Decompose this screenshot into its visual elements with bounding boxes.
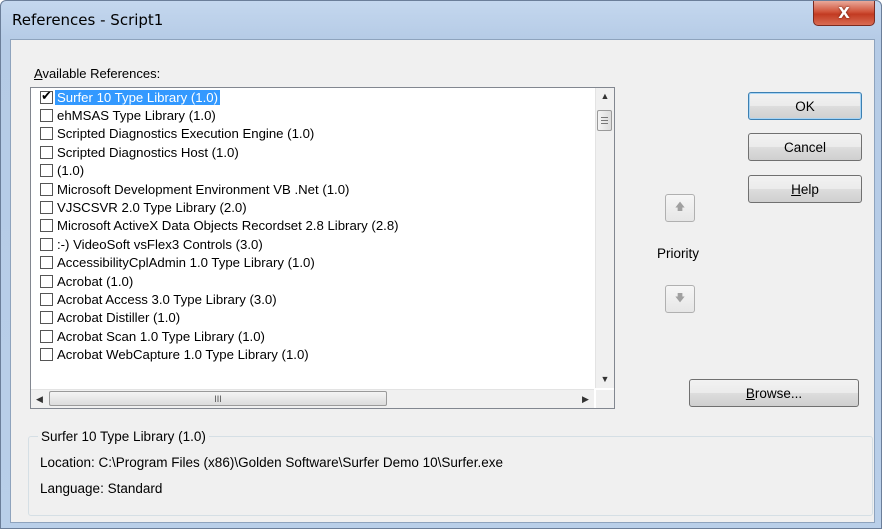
window-title: References - Script1 <box>12 11 164 29</box>
reference-checkbox[interactable] <box>40 237 53 251</box>
reference-row[interactable]: Acrobat Scan 1.0 Type Library (1.0) <box>31 327 594 345</box>
title-bar[interactable]: References - Script1 X <box>1 1 881 37</box>
reference-row[interactable]: Acrobat Distiller (1.0) <box>31 309 594 327</box>
dialog-body: Available References: Surfer 10 Type Lib… <box>10 39 875 523</box>
reference-row[interactable]: Microsoft ActiveX Data Objects Recordset… <box>31 217 594 235</box>
reference-label: Acrobat Access 3.0 Type Library (3.0) <box>57 291 277 307</box>
reference-label: Scripted Diagnostics Execution Engine (1… <box>57 126 315 142</box>
scroll-down-arrow-icon[interactable]: ▼ <box>596 371 614 388</box>
reference-checkbox[interactable] <box>40 329 53 343</box>
reference-checkbox[interactable] <box>40 274 53 288</box>
vertical-scrollbar[interactable]: ▲ ▼ <box>595 88 614 388</box>
browse-label: rowse... <box>754 385 803 401</box>
scrollbar-corner <box>596 390 614 408</box>
ok-button[interactable]: OK <box>748 92 862 120</box>
reference-row[interactable]: Surfer 10 Type Library (1.0) <box>31 88 594 106</box>
reference-location: Location: C:\Program Files (x86)\Golden … <box>40 455 503 470</box>
reference-row[interactable]: AccessibilityCplAdmin 1.0 Type Library (… <box>31 254 594 272</box>
scroll-right-arrow-icon[interactable]: ▶ <box>577 390 594 408</box>
references-list: Surfer 10 Type Library (1.0) ehMSAS Type … <box>31 88 594 388</box>
reference-label: VJSCSVR 2.0 Type Library (2.0) <box>57 200 247 216</box>
close-button[interactable]: X <box>813 1 875 26</box>
reference-checkbox[interactable] <box>40 292 53 306</box>
reference-checkbox[interactable] <box>40 109 53 123</box>
reference-row[interactable]: Acrobat WebCapture 1.0 Type Library (1.0… <box>31 345 594 363</box>
reference-checkbox[interactable] <box>40 311 53 325</box>
help-label: elp <box>800 181 819 197</box>
vertical-scroll-thumb[interactable] <box>597 110 612 131</box>
scroll-left-arrow-icon[interactable]: ◀ <box>31 390 48 408</box>
reference-row[interactable]: VJSCSVR 2.0 Type Library (2.0) <box>31 198 594 216</box>
reference-label: Acrobat WebCapture 1.0 Type Library (1.0… <box>57 347 309 363</box>
priority-down-button[interactable]: 🡇 <box>665 285 695 313</box>
reference-checkbox[interactable] <box>40 164 53 178</box>
reference-label: Scripted Diagnostics Host (1.0) <box>57 144 239 160</box>
cancel-button[interactable]: Cancel <box>748 133 862 161</box>
reference-row[interactable]: ehMSAS Type Library (1.0) <box>31 106 594 124</box>
available-references-label: Available References: <box>34 66 160 81</box>
reference-label: ehMSAS Type Library (1.0) <box>57 108 216 124</box>
reference-row[interactable]: Acrobat Access 3.0 Type Library (3.0) <box>31 290 594 308</box>
available-label-text: vailable References: <box>42 66 161 81</box>
reference-checkbox[interactable] <box>40 127 53 141</box>
close-icon: X <box>838 4 850 22</box>
references-listbox[interactable]: Surfer 10 Type Library (1.0) ehMSAS Type … <box>30 87 615 409</box>
scroll-up-arrow-icon[interactable]: ▲ <box>596 88 614 105</box>
priority-up-button[interactable]: 🡅 <box>665 194 695 222</box>
reference-label: Microsoft Development Environment VB .Ne… <box>57 181 350 197</box>
reference-row[interactable]: Scripted Diagnostics Execution Engine (1… <box>31 125 594 143</box>
reference-details-group <box>28 436 873 516</box>
reference-label: Acrobat Distiller (1.0) <box>57 310 181 326</box>
reference-row[interactable]: (1.0) <box>31 162 594 180</box>
reference-checkbox[interactable] <box>40 348 53 362</box>
selected-reference-name: Surfer 10 Type Library (1.0) <box>38 429 209 444</box>
reference-checkbox[interactable] <box>40 201 53 215</box>
reference-row[interactable]: :-) VideoSoft vsFlex3 Controls (3.0) <box>31 235 594 253</box>
browse-accelerator: B <box>745 385 755 401</box>
reference-label: Microsoft ActiveX Data Objects Recordset… <box>57 218 399 234</box>
reference-label: AccessibilityCplAdmin 1.0 Type Library (… <box>57 255 315 271</box>
reference-checkbox[interactable] <box>40 145 53 159</box>
reference-label: (1.0) <box>57 163 85 179</box>
help-accelerator: H <box>791 181 801 197</box>
reference-label: :-) VideoSoft vsFlex3 Controls (3.0) <box>57 236 263 252</box>
references-dialog: References - Script1 X Available Referen… <box>0 0 882 529</box>
horizontal-scrollbar[interactable]: ◀ III ▶ <box>31 389 594 408</box>
reference-label: Acrobat (1.0) <box>57 273 134 289</box>
up-arrow-icon: 🡅 <box>674 201 686 213</box>
reference-checkbox[interactable] <box>40 88 53 104</box>
reference-row[interactable]: Scripted Diagnostics Host (1.0) <box>31 143 594 161</box>
reference-checkbox[interactable] <box>40 219 53 233</box>
browse-button[interactable]: Browse... <box>689 379 859 407</box>
reference-language: Language: Standard <box>40 481 163 496</box>
priority-label: Priority <box>657 246 700 261</box>
reference-label: Surfer 10 Type Library (1.0) <box>55 89 221 105</box>
reference-row[interactable]: Microsoft Development Environment VB .Ne… <box>31 180 594 198</box>
reference-row[interactable]: Acrobat (1.0) <box>31 272 594 290</box>
help-button[interactable]: Help <box>748 175 862 203</box>
reference-checkbox[interactable] <box>40 182 53 196</box>
reference-checkbox[interactable] <box>40 256 53 270</box>
reference-label: Acrobat Scan 1.0 Type Library (1.0) <box>57 328 265 344</box>
horizontal-scroll-thumb[interactable]: III <box>49 391 387 406</box>
down-arrow-icon: 🡇 <box>674 292 686 304</box>
